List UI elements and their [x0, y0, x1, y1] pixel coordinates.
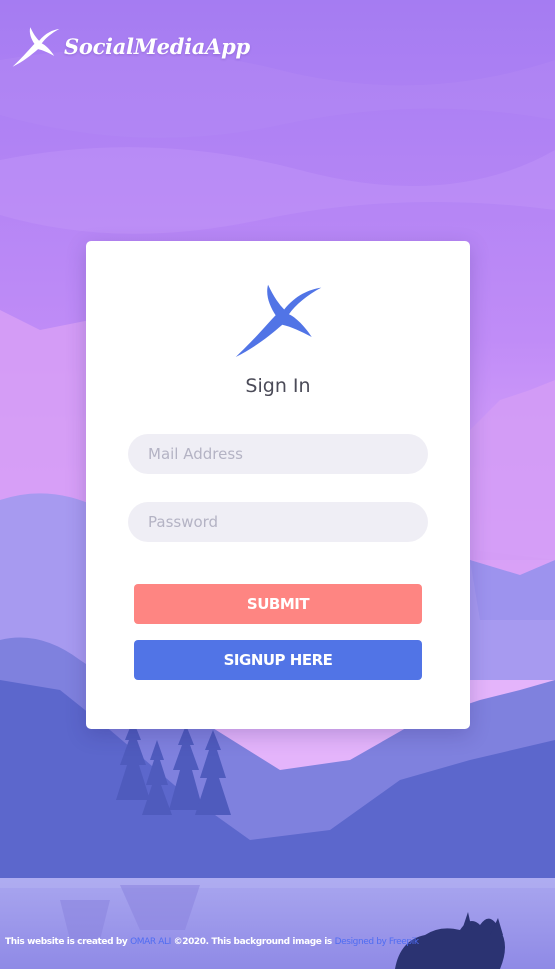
footer-credits: This website is created by OMAR ALI ©202… [5, 937, 419, 947]
login-page: SocialMediaApp Sign In SUBMIT SIGNUP HER… [0, 0, 555, 969]
submit-button[interactable]: SUBMIT [134, 584, 422, 624]
signup-button[interactable]: SIGNUP HERE [134, 640, 422, 680]
password-input[interactable] [128, 502, 428, 542]
swallow-bird-icon [235, 284, 322, 357]
freepik-credit-link[interactable]: Designed by Freepik [335, 937, 419, 947]
email-input[interactable] [128, 434, 428, 474]
author-link[interactable]: OMAR ALI [130, 937, 171, 947]
swallow-bird-icon [12, 27, 60, 67]
login-card: Sign In SUBMIT SIGNUP HERE [86, 241, 470, 729]
footer-text-after-author: ©2020. This background image is [173, 937, 333, 947]
header-brand[interactable]: SocialMediaApp [10, 20, 250, 72]
brand-name: SocialMediaApp [64, 33, 250, 59]
footer-text-before-author: This website is created by [5, 937, 128, 947]
sign-in-title: Sign In [245, 375, 311, 397]
